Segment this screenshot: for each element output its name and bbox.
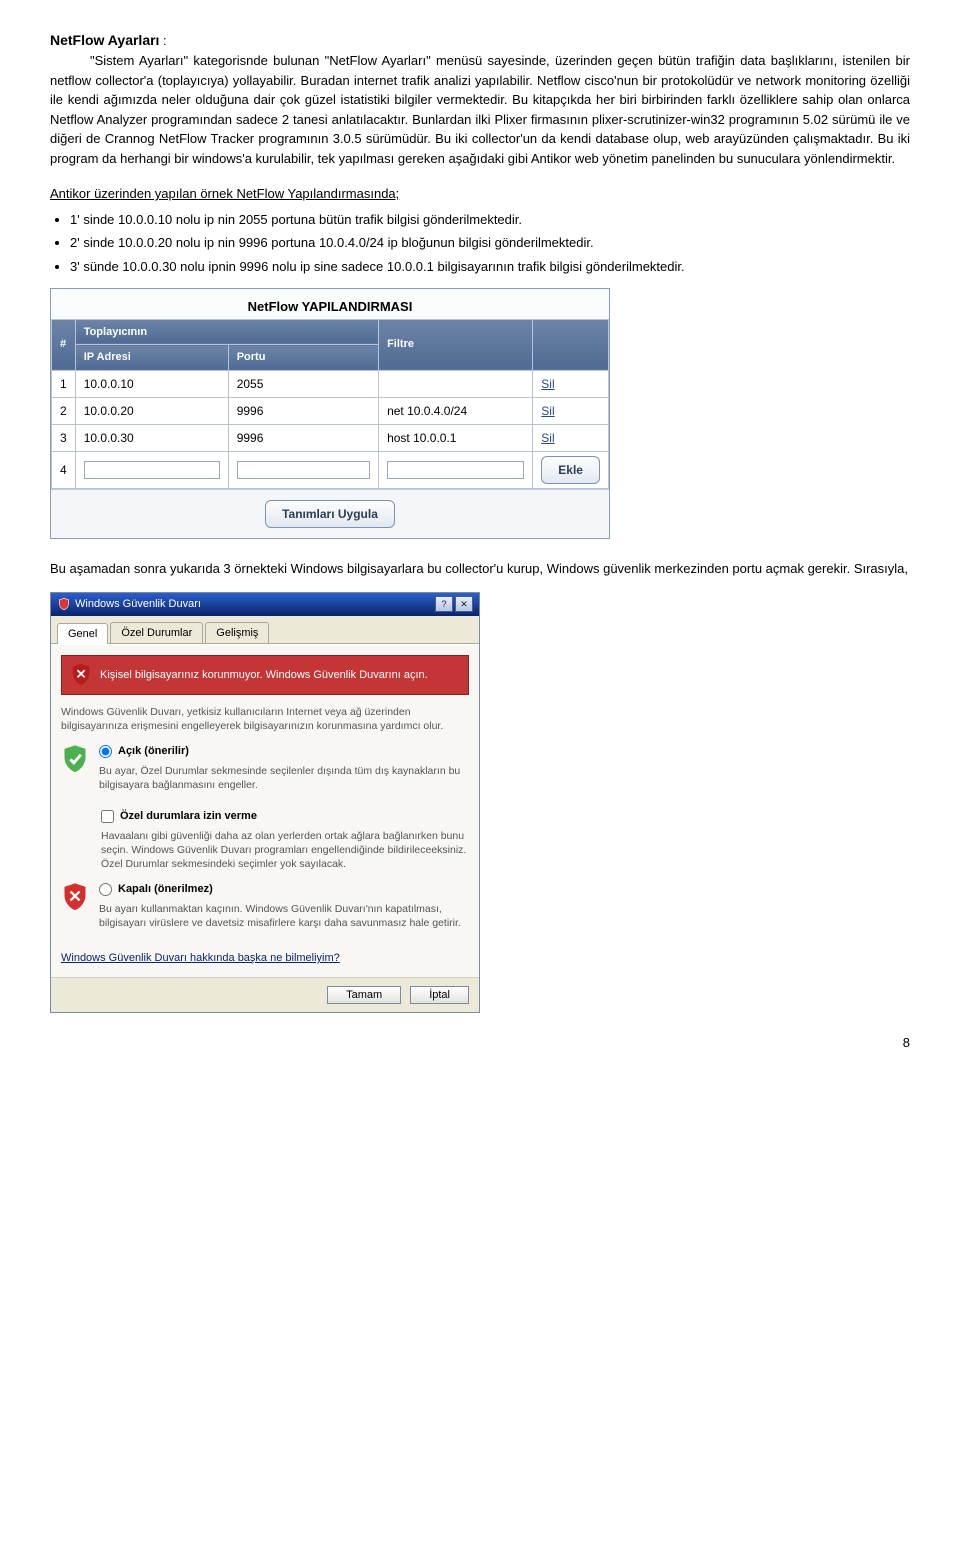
list-item: 1' sinde 10.0.0.10 nolu ip nin 2055 port…	[70, 210, 910, 230]
shield-on-icon	[61, 743, 89, 775]
firewall-warning-banner: ✕ Kişisel bilgisayarınız korunmuyor. Win…	[61, 655, 469, 695]
intro-paragraph: NetFlow Ayarları : "Sistem Ayarları" kat…	[50, 30, 910, 168]
cell-filter: net 10.0.4.0/24	[379, 397, 533, 424]
radio-off[interactable]	[99, 883, 112, 896]
cell-ip: 10.0.0.30	[75, 424, 228, 451]
bullet-list: 1' sinde 10.0.0.10 nolu ip nin 2055 port…	[70, 210, 910, 277]
cell-port: 9996	[228, 424, 378, 451]
noexcept-row[interactable]: Özel durumlara izin verme	[101, 808, 469, 825]
netflow-config-panel: NetFlow YAPILANDIRMASI # Toplayıcının Fi…	[50, 288, 610, 539]
cell-num: 2	[52, 397, 76, 424]
ok-button[interactable]: Tamam	[327, 986, 401, 1004]
firewall-dialog: Windows Güvenlik Duvarı ? ✕ Genel Özel D…	[50, 592, 480, 1013]
radio-on-sub: Bu ayar, Özel Durumlar sekmesinde seçile…	[99, 764, 469, 792]
page-title: NetFlow Ayarları	[50, 32, 159, 48]
help-button[interactable]: ?	[435, 596, 453, 612]
noexcept-label: Özel durumlara izin verme	[120, 808, 257, 825]
shield-off-icon: ✕	[61, 881, 89, 913]
radio-off-sub: Bu ayarı kullanmaktan kaçının. Windows G…	[99, 902, 469, 930]
subheading: Antikor üzerinden yapılan örnek NetFlow …	[50, 184, 910, 204]
cell-num: 4	[52, 451, 76, 488]
firewall-button-row: Tamam İptal	[51, 977, 479, 1012]
table-row: 1 10.0.0.10 2055 Sil	[52, 370, 609, 397]
port-input[interactable]	[237, 461, 370, 479]
radio-on[interactable]	[99, 745, 112, 758]
noexcept-checkbox[interactable]	[101, 810, 114, 823]
after-panel-paragraph: Bu aşamadan sonra yukarıda 3 örnekteki W…	[50, 559, 910, 579]
svg-text:✕: ✕	[76, 666, 87, 681]
col-port: Portu	[228, 345, 378, 371]
firewall-help-link[interactable]: Windows Güvenlik Duvarı hakkında başka n…	[61, 950, 340, 967]
radio-off-label: Kapalı (önerilmez)	[118, 881, 213, 898]
list-item: 2' sinde 10.0.0.20 nolu ip nin 9996 port…	[70, 233, 910, 253]
option-off: ✕ Kapalı (önerilmez) Bu ayarı kullanmakt…	[61, 881, 469, 940]
cell-ip: 10.0.0.20	[75, 397, 228, 424]
radio-on-label: Açık (önerilir)	[118, 743, 189, 760]
delete-link[interactable]: Sil	[541, 377, 554, 391]
filter-input[interactable]	[387, 461, 524, 479]
cancel-button[interactable]: İptal	[410, 986, 469, 1004]
col-num: #	[52, 319, 76, 370]
firewall-description: Windows Güvenlik Duvarı, yetkisiz kullan…	[61, 705, 469, 733]
tab-advanced[interactable]: Gelişmiş	[205, 622, 269, 644]
cell-ip: 10.0.0.10	[75, 370, 228, 397]
intro-rest: üzerinden geçen bütün trafiğin data başl…	[50, 53, 910, 166]
shield-icon	[57, 597, 71, 611]
cell-port: 9996	[228, 397, 378, 424]
table-row: 2 10.0.0.20 9996 net 10.0.4.0/24 Sil	[52, 397, 609, 424]
tab-exceptions[interactable]: Özel Durumlar	[110, 622, 203, 644]
banner-text: Kişisel bilgisayarınız korunmuyor. Windo…	[100, 667, 428, 684]
netflow-table: # Toplayıcının Filtre IP Adresi Portu 1 …	[51, 319, 609, 489]
firewall-title: Windows Güvenlik Duvarı	[75, 596, 201, 613]
col-ip: IP Adresi	[75, 345, 228, 371]
delete-link[interactable]: Sil	[541, 404, 554, 418]
close-button[interactable]: ✕	[455, 596, 473, 612]
col-action	[533, 319, 609, 370]
cell-num: 3	[52, 424, 76, 451]
svg-text:✕: ✕	[68, 888, 82, 906]
col-filter: Filtre	[379, 319, 533, 370]
noexcept-sub: Havaalanı gibi güvenliği daha az olan ye…	[101, 829, 469, 872]
tab-general[interactable]: Genel	[57, 623, 108, 645]
add-button[interactable]: Ekle	[541, 456, 600, 484]
radio-on-row[interactable]: Açık (önerilir)	[99, 743, 469, 760]
col-group: Toplayıcının	[75, 319, 378, 345]
cell-port: 2055	[228, 370, 378, 397]
firewall-titlebar: Windows Güvenlik Duvarı ? ✕	[51, 593, 479, 616]
intro-line1: "Sistem Ayarları" kategorisnde bulunan "…	[90, 53, 550, 68]
firewall-body: ✕ Kişisel bilgisayarınız korunmuyor. Win…	[51, 644, 479, 977]
shield-warning-icon: ✕	[70, 662, 92, 688]
cell-num: 1	[52, 370, 76, 397]
delete-link[interactable]: Sil	[541, 431, 554, 445]
colon: :	[159, 33, 166, 48]
table-row: 3 10.0.0.30 9996 host 10.0.0.1 Sil	[52, 424, 609, 451]
option-on: Açık (önerilir) Bu ayar, Özel Durumlar s…	[61, 743, 469, 802]
firewall-tabs: Genel Özel Durumlar Gelişmiş	[51, 616, 479, 645]
page-number: 8	[50, 1013, 910, 1053]
cell-filter	[379, 370, 533, 397]
apply-button[interactable]: Tanımları Uygula	[265, 500, 395, 528]
list-item: 3' sünde 10.0.0.30 nolu ipnin 9996 nolu …	[70, 257, 910, 277]
table-row-empty: 4 Ekle	[52, 451, 609, 488]
radio-off-row[interactable]: Kapalı (önerilmez)	[99, 881, 469, 898]
noexcept-block: Özel durumlara izin verme Havaalanı gibi…	[101, 808, 469, 871]
cell-filter: host 10.0.0.1	[379, 424, 533, 451]
netflow-panel-footer: Tanımları Uygula	[51, 489, 609, 538]
netflow-panel-title: NetFlow YAPILANDIRMASI	[51, 289, 609, 319]
ip-input[interactable]	[84, 461, 220, 479]
